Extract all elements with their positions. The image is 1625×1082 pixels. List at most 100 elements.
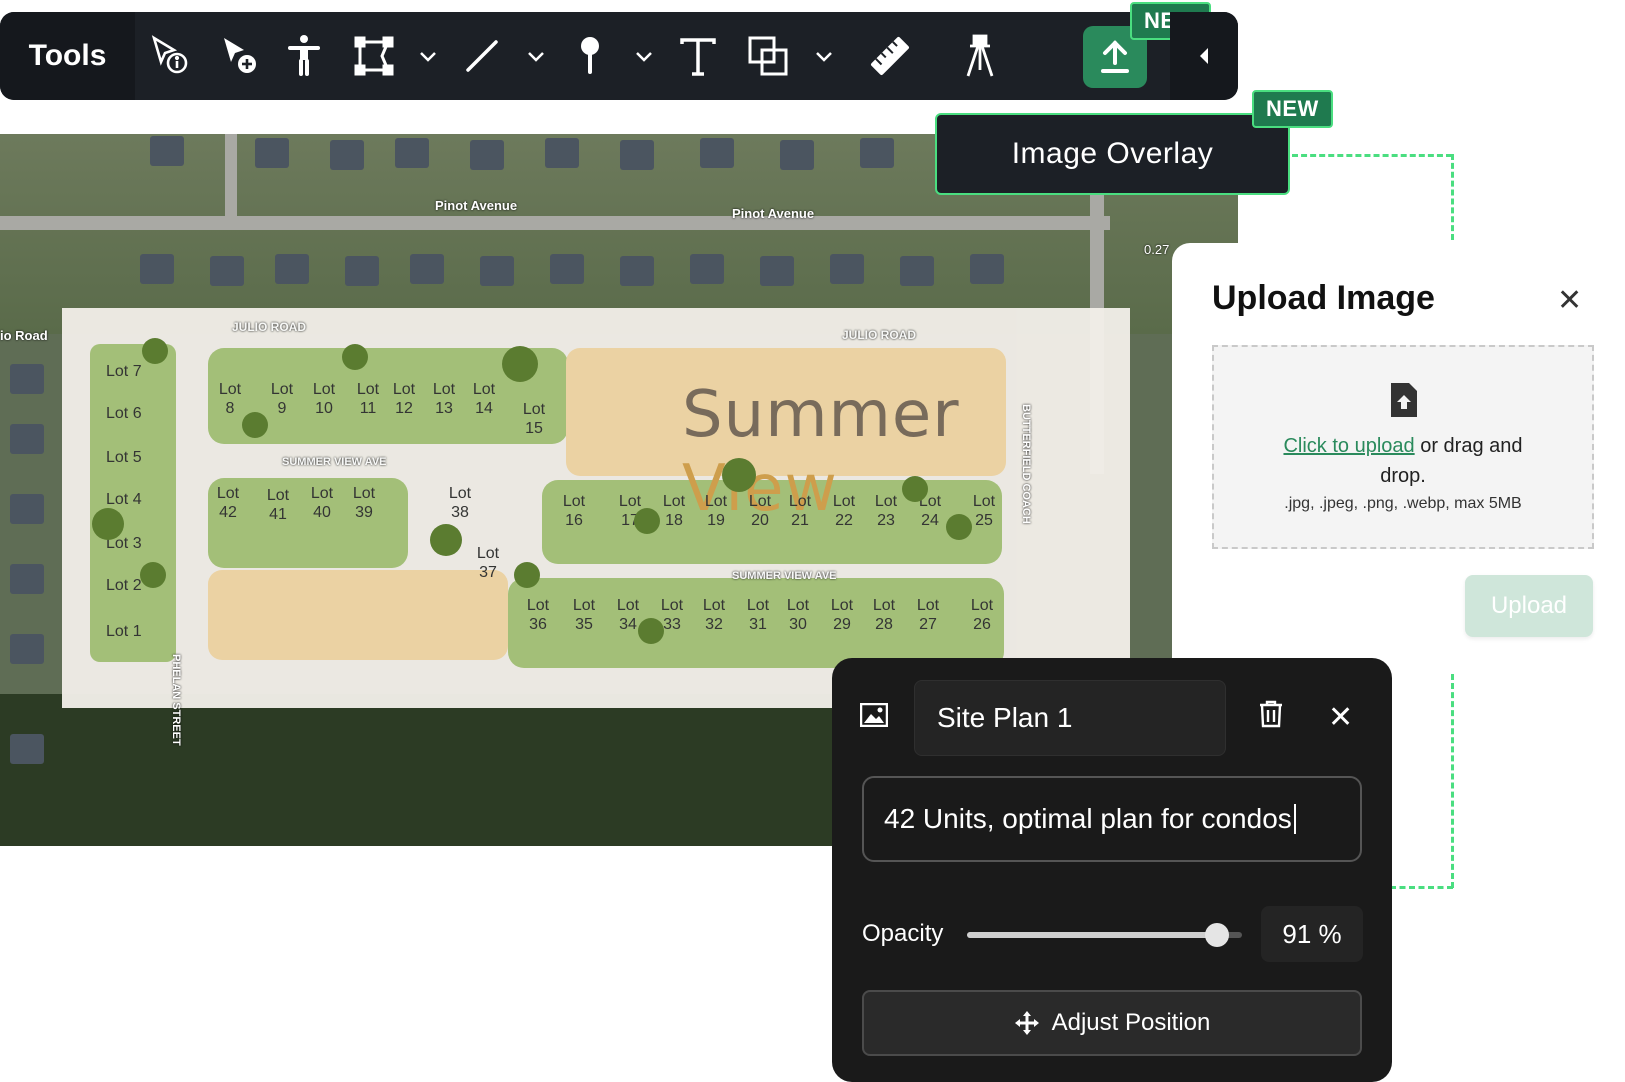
opacity-value-field[interactable]: 91 % (1261, 906, 1363, 962)
opacity-slider-thumb[interactable] (1205, 923, 1230, 947)
pin-icon (581, 37, 599, 74)
move-icon (1014, 1011, 1039, 1035)
map-house (345, 256, 379, 286)
opacity-slider-fill (967, 932, 1218, 938)
map-house (620, 256, 654, 286)
map-house (330, 140, 364, 170)
map-house (10, 634, 44, 664)
tripod-tool[interactable] (950, 26, 1010, 86)
tree (242, 412, 268, 438)
map-house (550, 254, 584, 284)
ruler-tool[interactable] (860, 26, 920, 86)
upload-image-panel: Upload Image ✕ Click to upload or drag a… (1172, 243, 1625, 663)
click-to-upload-link[interactable]: Click to upload (1283, 435, 1414, 457)
tree (902, 476, 928, 502)
tree (342, 344, 368, 370)
lot-label: Lot 36 (526, 597, 550, 633)
dashed-connector (1292, 154, 1452, 157)
dropzone-instructions: Click to upload or drag and drop. (1283, 435, 1523, 487)
map-house (830, 254, 864, 284)
person-icon (288, 35, 320, 76)
chevron-down-icon[interactable] (812, 44, 836, 68)
map-house (275, 254, 309, 284)
overlay-description-input[interactable]: 42 Units, optimal plan for condos (862, 776, 1362, 862)
shape-overlap-icon (748, 36, 788, 76)
chevron-down-icon[interactable] (632, 44, 656, 68)
street-label: SUMMER VIEW AVE (282, 456, 387, 468)
image-icon (860, 703, 888, 727)
dashed-connector (1451, 674, 1454, 888)
lot-label: Lot 29 (830, 597, 854, 633)
map-road (225, 134, 237, 224)
tree (502, 346, 538, 382)
map-house (210, 256, 244, 286)
info-select-tool[interactable] (140, 26, 200, 86)
map-house (545, 138, 579, 168)
lot-label: Lot 18 (662, 493, 686, 529)
new-badge: NEW (1252, 90, 1333, 128)
line-icon (466, 40, 498, 72)
lot-label: Lot 20 (748, 493, 772, 529)
lot-label: Lot 2 (106, 577, 142, 594)
map-house (10, 494, 44, 524)
polygon-tool[interactable] (344, 26, 404, 86)
upload-button[interactable]: Upload (1465, 575, 1593, 637)
person-tool[interactable] (274, 26, 334, 86)
lot-label: Lot 26 (970, 597, 994, 633)
lot-label: Lot 39 (352, 485, 376, 521)
add-select-icon (224, 38, 256, 73)
street-label: JULIO ROAD (842, 328, 917, 342)
tree (142, 338, 168, 364)
overlay-settings-card: Site Plan 1 ✕ 42 Units, optimal plan for… (832, 658, 1392, 1082)
trash-icon[interactable] (1259, 700, 1283, 728)
lot-label: Lot 12 (392, 381, 416, 417)
tree (946, 514, 972, 540)
close-icon[interactable]: ✕ (1557, 283, 1582, 318)
lot-label: Lot 7 (106, 363, 142, 380)
map-house (780, 140, 814, 170)
site-plan-overlay[interactable]: JULIO ROAD JULIO ROAD SUMMER VIEW AVE SU… (62, 308, 1130, 708)
street-label: Pinot Avenue (732, 206, 815, 221)
opacity-slider[interactable] (967, 923, 1242, 947)
lot-label: Lot 42 (216, 485, 240, 521)
lot-label: Lot 27 (916, 597, 940, 633)
text-icon (680, 38, 716, 76)
street-label: SUMMER VIEW AVE (732, 570, 837, 582)
map-house (760, 256, 794, 286)
street-label: Pinot Avenue (435, 198, 518, 213)
shape-overlap-tool[interactable] (738, 26, 798, 86)
adjust-position-label: Adjust Position (1051, 1009, 1211, 1036)
upload-panel-title: Upload Image (1212, 279, 1435, 317)
upload-dropzone[interactable]: Click to upload or drag and drop. .jpg, … (1212, 345, 1594, 549)
pin-tool[interactable] (560, 26, 620, 86)
street-label: io Road (0, 328, 48, 343)
lot-label: Lot 11 (356, 381, 380, 417)
accepted-formats: .jpg, .jpeg, .png, .webp, max 5MB (1284, 495, 1522, 512)
street-label: PHELAN STREET (170, 654, 182, 746)
map-house (10, 734, 44, 764)
lot-label: Lot 8 (218, 381, 242, 417)
adjust-position-button[interactable]: Adjust Position (862, 990, 1362, 1056)
add-select-tool[interactable] (210, 26, 270, 86)
chevron-down-icon[interactable] (416, 44, 440, 68)
info-select-icon (151, 35, 188, 74)
close-icon[interactable]: ✕ (1328, 700, 1353, 735)
lot-label: Lot 19 (704, 493, 728, 529)
street-label: JULIO ROAD (232, 320, 307, 334)
street-label: BUTTERFIELD COACH (1020, 404, 1032, 524)
chevron-down-icon[interactable] (524, 44, 548, 68)
collapse-toolbar-button[interactable] (1170, 12, 1238, 100)
line-tool[interactable] (452, 26, 512, 86)
map-house (970, 254, 1004, 284)
polygon-icon (354, 36, 394, 76)
dashed-connector (1451, 154, 1454, 240)
map-house (395, 138, 429, 168)
overlay-name-field[interactable]: Site Plan 1 (914, 680, 1226, 756)
text-tool[interactable] (668, 26, 728, 86)
lot-label: Lot 34 (616, 597, 640, 633)
lot-label: Lot 10 (312, 381, 336, 417)
lot-label: Lot 40 (310, 485, 334, 521)
map-house (410, 254, 444, 284)
lot-label: Lot 23 (874, 493, 898, 529)
lot-label: Lot 31 (746, 597, 770, 633)
